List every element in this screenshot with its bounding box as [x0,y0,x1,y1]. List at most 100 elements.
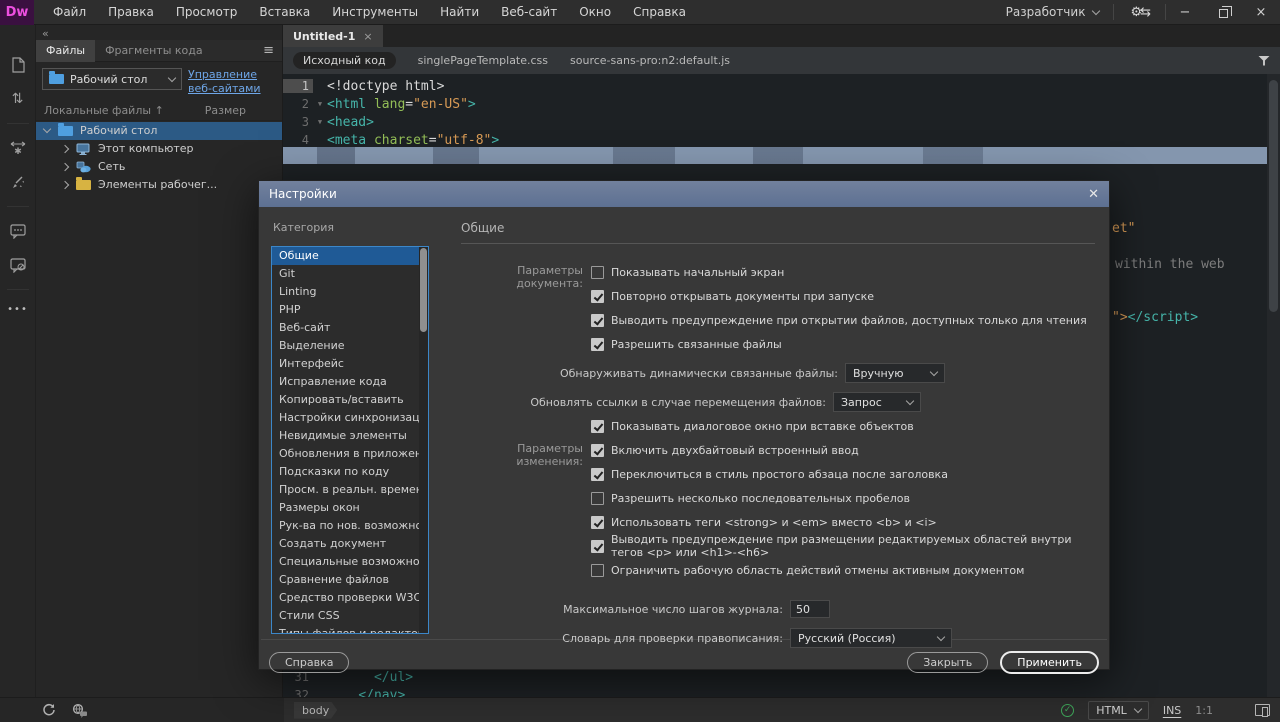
category-item-16[interactable]: Создать документ [272,535,428,553]
wrap-width-icon[interactable]: ✱ [8,138,28,158]
category-item-5[interactable]: Выделение [272,337,428,355]
menu-item-7[interactable]: Окно [568,0,622,24]
site-select[interactable]: Рабочий стол [42,68,182,90]
code-scrollbar[interactable] [1267,74,1280,697]
category-item-17[interactable]: Специальные возможности [272,553,428,571]
category-item-4[interactable]: Веб-сайт [272,319,428,337]
format-brush-icon[interactable] [8,172,28,192]
category-item-21[interactable]: Типы файлов и редакторы [272,625,428,634]
tab-close-icon[interactable]: × [363,30,372,43]
category-item-9[interactable]: Настройки синхронизации [272,409,428,427]
dialog-titlebar[interactable]: Настройки ✕ [259,181,1109,207]
category-item-19[interactable]: Средство проверки W3C [272,589,428,607]
panel-tab-0[interactable]: Файлы [36,40,95,62]
menu-item-6[interactable]: Веб-сайт [490,0,568,24]
category-item-1[interactable]: Git [272,265,428,283]
menu-item-2[interactable]: Просмотр [165,0,249,24]
category-item-11[interactable]: Обновления в приложении [272,445,428,463]
checkbox-option[interactable]: Выводить предупреждение при размещении р… [461,533,1095,559]
dropdown[interactable]: Русский (Россия) [790,628,952,648]
checkbox-checked[interactable] [591,468,604,481]
checkbox-option[interactable]: Разрешить связанные файлы [461,338,782,351]
workspace-switcher[interactable]: Разработчик [992,5,1114,19]
checkbox-checked[interactable] [591,338,604,351]
new-file-icon[interactable] [8,55,28,75]
related-file-1[interactable]: singlePageTemplate.css [418,54,548,67]
dropdown[interactable]: Запрос [833,392,921,412]
category-item-10[interactable]: Невидимые элементы [272,427,428,445]
tree-row[interactable]: Элементы рабочег... [36,176,282,194]
checkbox-unchecked[interactable] [591,492,604,505]
collapse-panel-icon[interactable]: « [36,25,282,40]
menu-item-1[interactable]: Правка [97,0,165,24]
category-item-8[interactable]: Копировать/вставить [272,391,428,409]
text-input[interactable] [790,600,830,618]
scrollbar-thumb[interactable] [1269,80,1278,312]
category-item-6[interactable]: Интерфейс [272,355,428,373]
checkbox-unchecked[interactable] [591,266,604,279]
file-activity-icon[interactable] [72,703,88,718]
minimize-button[interactable]: − [1166,0,1204,24]
apply-button[interactable]: Применить [1000,651,1099,674]
menu-item-8[interactable]: Справка [622,0,697,24]
related-file-0[interactable]: Исходный код [293,52,396,69]
menu-item-3[interactable]: Вставка [248,0,321,24]
column-size[interactable]: Размер [205,104,274,117]
tree-row[interactable]: Сеть [36,158,282,176]
related-file-2[interactable]: source-sans-pro:n2:default.js [570,54,730,67]
menu-item-5[interactable]: Найти [429,0,490,24]
checkbox-option[interactable]: Ограничить рабочую область действий отме… [461,564,1024,577]
checkbox-option[interactable]: Показывать диалоговое окно при вставке о… [461,420,914,433]
checkbox-option[interactable]: Разрешить несколько последовательных про… [461,492,910,505]
more-tools-icon[interactable]: ••• [7,304,28,315]
tag-selector-body[interactable]: body [294,702,337,719]
category-item-0[interactable]: Общие [272,247,428,265]
column-files[interactable]: Локальные файлы ↑ [44,104,164,117]
category-item-15[interactable]: Рук-ва по нов. возможностям [272,517,428,535]
document-tab[interactable]: Untitled-1 × [283,25,383,47]
checkbox-option[interactable]: Использовать теги <strong> и <em> вместо… [461,516,937,529]
filter-icon[interactable] [1258,56,1270,66]
chevron-right-icon[interactable] [61,162,69,170]
chevron-right-icon[interactable] [61,144,69,152]
checkbox-checked[interactable] [591,314,604,327]
tree-row[interactable]: Рабочий стол [36,122,282,140]
doc-type-select[interactable]: HTML [1088,701,1149,720]
checkbox-option[interactable]: Повторно открывать документы при запуске [461,290,874,303]
checkbox-checked[interactable] [591,516,604,529]
remove-comment-icon[interactable] [8,255,28,275]
fold-arrow-icon[interactable]: ▼ [313,118,327,126]
checkbox-unchecked[interactable] [591,564,604,577]
category-item-13[interactable]: Просм. в реальн. времени [272,481,428,499]
manage-sites-link[interactable]: Управление веб-сайтами [188,68,276,96]
sync-settings-button[interactable]: ⚙⇆ [1114,5,1165,20]
checkbox-checked[interactable] [591,290,604,303]
chevron-down-icon[interactable] [43,125,51,133]
dialog-close-icon[interactable]: ✕ [1088,187,1099,202]
category-item-7[interactable]: Исправление кода [272,373,428,391]
category-scrollbar[interactable] [419,247,428,633]
panel-tab-1[interactable]: Фрагменты кода [95,40,213,62]
menu-item-0[interactable]: Файл [42,0,97,24]
category-item-2[interactable]: Linting [272,283,428,301]
dropdown[interactable]: Вручную [845,363,945,383]
category-item-3[interactable]: PHP [272,301,428,319]
chevron-right-icon[interactable] [61,180,69,188]
checkbox-checked[interactable] [591,444,604,457]
refresh-icon[interactable] [42,703,56,717]
checkbox-option[interactable]: Переключиться в стиль простого абзаца по… [461,468,948,481]
close-button[interactable]: Закрыть [907,652,988,673]
category-item-12[interactable]: Подсказки по коду [272,463,428,481]
file-transfer-icon[interactable]: ⇅ [8,89,28,109]
checkbox-checked[interactable] [591,420,604,433]
fold-arrow-icon[interactable]: ▼ [313,100,327,108]
restore-button[interactable] [1204,0,1242,24]
checkbox-option[interactable]: Выводить предупреждение при открытии фай… [461,314,1087,327]
help-button[interactable]: Справка [269,652,349,673]
apply-comment-icon[interactable] [8,221,28,241]
panel-menu-icon[interactable]: ≡ [263,43,274,58]
checkbox-checked[interactable] [591,540,604,553]
insert-mode-toggle[interactable]: INS [1163,704,1181,717]
category-item-18[interactable]: Сравнение файлов [272,571,428,589]
menu-item-4[interactable]: Инструменты [321,0,429,24]
